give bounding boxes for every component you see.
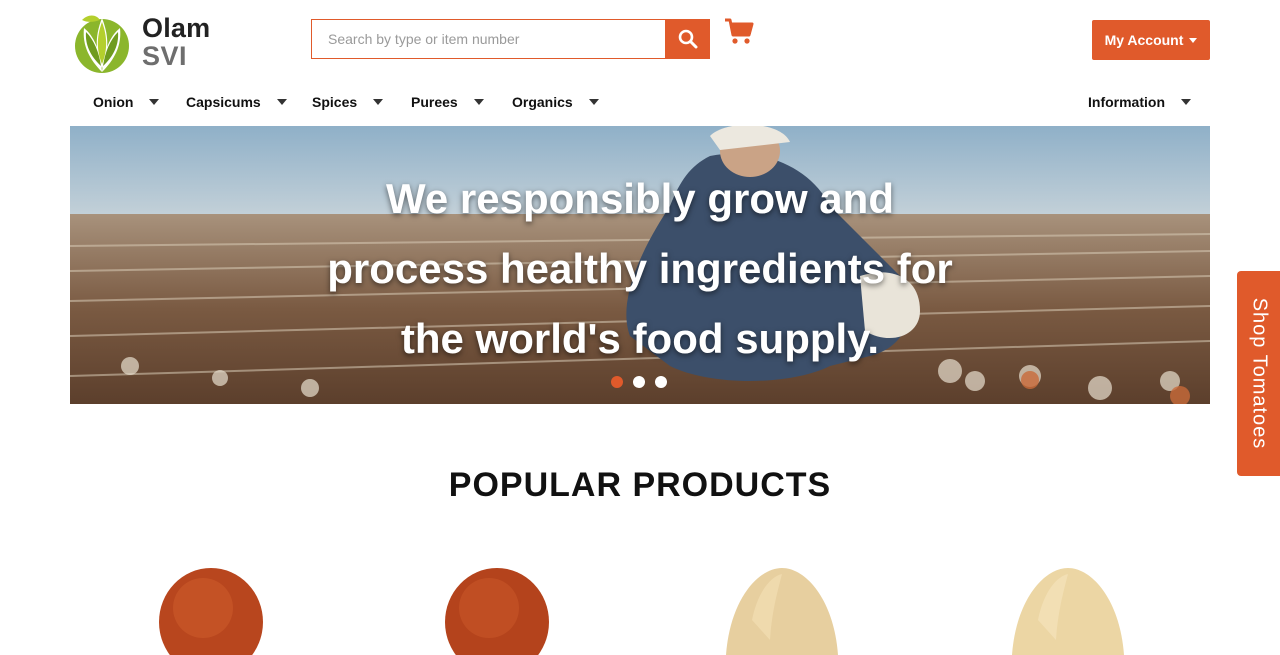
carousel-dot-1[interactable] bbox=[611, 376, 623, 388]
shop-tomatoes-label: Shop Tomatoes bbox=[1248, 297, 1270, 450]
chevron-down-icon bbox=[1181, 99, 1191, 105]
nav-item-information[interactable]: Information bbox=[1088, 88, 1191, 116]
popular-products-title: POPULAR PRODUCTS bbox=[448, 466, 832, 504]
nav-item-label: Spices bbox=[312, 94, 358, 110]
product-image-onion-powder[interactable] bbox=[998, 560, 1138, 655]
my-account-button[interactable]: My Account bbox=[1092, 20, 1210, 60]
hero-carousel[interactable]: We responsibly grow and process healthy … bbox=[70, 126, 1210, 404]
page: Olam SVI My Account Onion Capsicums bbox=[0, 0, 1280, 655]
nav-item-label: Organics bbox=[512, 94, 573, 110]
logo-line-1: Olam bbox=[142, 12, 211, 43]
cart-icon[interactable] bbox=[724, 17, 754, 47]
chevron-down-icon bbox=[1189, 37, 1198, 43]
my-account-label: My Account bbox=[1104, 32, 1184, 48]
nav-item-spices[interactable]: Spices bbox=[312, 88, 384, 116]
main-nav: Onion Capsicums Spices Purees Organics I… bbox=[70, 88, 1210, 116]
logo-line-2: SVI bbox=[142, 40, 188, 71]
nav-item-label: Capsicums bbox=[186, 94, 261, 110]
nav-item-label: Information bbox=[1088, 94, 1165, 110]
nav-item-capsicums[interactable]: Capsicums bbox=[186, 88, 287, 116]
olam-leaf-icon bbox=[75, 15, 129, 73]
search-button[interactable] bbox=[665, 19, 710, 59]
nav-item-purees[interactable]: Purees bbox=[411, 88, 484, 116]
nav-item-label: Onion bbox=[93, 94, 134, 110]
carousel-dots bbox=[611, 376, 667, 388]
logo-text: Olam SVI bbox=[142, 12, 211, 71]
search-icon bbox=[678, 29, 698, 49]
chevron-down-icon bbox=[473, 99, 484, 105]
logo[interactable]: Olam SVI bbox=[70, 10, 230, 74]
shop-tomatoes-tab[interactable]: Shop Tomatoes bbox=[1237, 271, 1280, 476]
chevron-down-icon bbox=[588, 99, 599, 105]
nav-item-label: Purees bbox=[411, 94, 458, 110]
product-image-paprika[interactable] bbox=[141, 560, 281, 655]
nav-item-onion[interactable]: Onion bbox=[93, 88, 160, 116]
search-bar bbox=[311, 19, 710, 59]
product-image-paprika[interactable] bbox=[427, 560, 567, 655]
carousel-dot-2[interactable] bbox=[633, 376, 645, 388]
chevron-down-icon bbox=[276, 99, 287, 105]
chevron-down-icon bbox=[373, 99, 384, 105]
product-image-onion-powder[interactable] bbox=[712, 560, 852, 655]
search-input[interactable] bbox=[311, 19, 666, 59]
hero-headline: We responsibly grow and process healthy … bbox=[327, 175, 953, 362]
carousel-dot-3[interactable] bbox=[655, 376, 667, 388]
chevron-down-icon bbox=[149, 99, 160, 105]
nav-item-organics[interactable]: Organics bbox=[512, 88, 599, 116]
